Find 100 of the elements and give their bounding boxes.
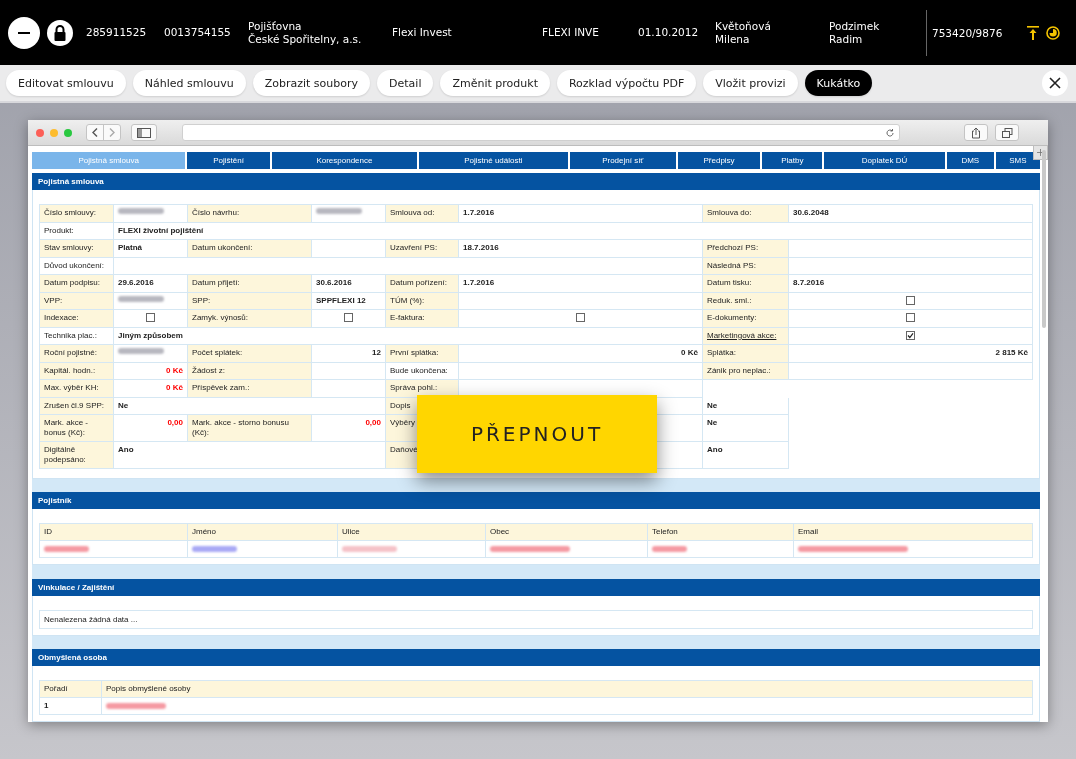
page-tab[interactable]: Pojištění (187, 152, 270, 169)
page-tab[interactable]: DMS (946, 152, 994, 169)
field-label: Mark. akce - storno bonusu (Kč): (188, 415, 312, 442)
page-tab[interactable]: Pojistné události (419, 152, 568, 169)
field-label: Datum tisku: (703, 275, 789, 293)
table-cell: 1 (44, 701, 49, 710)
column-header: Telefon (648, 524, 794, 542)
field-value: SPPFLEXI 12 (316, 295, 366, 306)
share-icon[interactable] (971, 126, 981, 139)
field-value: 2 815 Kč (995, 348, 1028, 358)
switch-button[interactable]: PŘEPNOUT (470, 422, 604, 446)
field-value: 1.7.2016 (463, 208, 495, 218)
field-label: Datum ukončení: (188, 240, 312, 258)
page-tab[interactable]: Prodejní síť (569, 152, 676, 169)
field-value: Ano (118, 445, 134, 455)
column-header: Popis obmyšlené osoby (102, 681, 1033, 698)
field-label: Číslo návrhu: (188, 205, 312, 223)
field-value: Jiným způsobem (118, 330, 183, 341)
field-value: Ne (707, 418, 718, 428)
field-value: Platná (118, 243, 142, 253)
field-label: Datum podpisu: (40, 275, 114, 293)
field-label: Indexace: (40, 310, 114, 328)
action-button[interactable]: Změnit produkt (440, 70, 550, 96)
page-tab[interactable]: Předpisy (677, 152, 761, 169)
reload-icon[interactable] (885, 127, 895, 138)
field-label: Správa pohl.: (386, 380, 459, 398)
field-label: Max. výběr KH: (40, 380, 114, 398)
action-button[interactable]: Kukátko (804, 70, 873, 96)
minus-button[interactable] (8, 16, 40, 49)
field-value: 12 (372, 348, 381, 358)
clock-icon[interactable] (1046, 25, 1060, 40)
field-label: Předchozí PS: (703, 240, 789, 258)
field-label: E-dokumenty: (703, 310, 789, 328)
page-tab[interactable]: Korespondence (271, 152, 418, 169)
page-tab[interactable]: SMS (995, 152, 1040, 169)
column-header: ID (40, 524, 188, 542)
field-value: 0 Kč (166, 365, 183, 376)
header-info: Pojišťovna České Spořitelny, a.s. (248, 20, 363, 45)
action-button[interactable]: Náhled smlouvu (132, 70, 246, 96)
section-header: Pojistník (32, 492, 1040, 510)
address-field[interactable] (182, 124, 900, 141)
action-button[interactable]: Vložit provizi (703, 70, 798, 96)
field-label: Datum přijetí: (188, 275, 312, 293)
field-label: Smlouva do: (703, 205, 789, 223)
checkbox[interactable] (146, 313, 155, 322)
header-info: 285911525 (86, 26, 148, 39)
field-label: Příspěvek zam.: (188, 380, 312, 398)
field-label: Mark. akce - bonus (Kč): (40, 415, 114, 442)
field-value: 0,00 (167, 418, 183, 428)
header-info: Podzimek Radim (829, 20, 881, 45)
header-info: Květoňová Milena (715, 20, 772, 45)
checkbox[interactable] (344, 313, 353, 322)
checkbox[interactable] (906, 313, 915, 322)
column-header: Obec (486, 524, 648, 542)
lock-icon[interactable] (47, 19, 73, 46)
page-tab[interactable]: Doplatek DÚ (824, 152, 945, 169)
field-value: FLEXI životní pojištění (118, 225, 204, 236)
header-info: FLEXI INVE (542, 26, 600, 39)
field-label: Bude ukončena: (390, 365, 448, 376)
field-label: Splátka: (703, 345, 789, 363)
checkbox[interactable] (906, 330, 915, 340)
column-header: Jméno (188, 524, 338, 542)
action-button[interactable]: Zobrazit soubory (252, 70, 371, 96)
sidebar-icon[interactable] (137, 127, 151, 138)
column-header: Ulice (338, 524, 486, 542)
field-value: Ano (707, 445, 723, 455)
checkbox[interactable] (576, 313, 585, 322)
field-value: Ne (707, 400, 718, 411)
empty-message: Nenalezena žádná data ... (44, 614, 138, 624)
field-value: 0,00 (365, 418, 381, 428)
header-info: 01.10.2012 (638, 26, 700, 39)
field-label: Zamyk. výnosů: (188, 310, 312, 328)
field-label: Číslo smlouvy: (40, 205, 114, 223)
field-label: Smlouva od: (386, 205, 459, 223)
field-label: Uzavření PS: (386, 240, 459, 258)
field-value: 1.7.2016 (463, 278, 495, 288)
header-info: 753420/9876 (932, 26, 1003, 39)
field-value: 0 Kč (681, 348, 698, 358)
field-label: Digitálně podepsáno: (40, 442, 114, 469)
field-label: Stav smlouvy: (40, 240, 114, 258)
field-label: Počet splátek: (188, 345, 312, 363)
field-value: 30.6.2048 (793, 208, 829, 218)
action-button[interactable]: Rozklad výpočtu PDF (556, 70, 697, 96)
close-icon[interactable] (1042, 70, 1068, 96)
page-tab[interactable]: Platby (762, 152, 823, 169)
field-value: Ne (118, 400, 129, 411)
action-button[interactable]: Editovat smlouvu (6, 70, 126, 96)
column-header: Pořadí (40, 681, 102, 698)
field-value: 18.7.2016 (463, 243, 499, 253)
header-info: 0013754155 (164, 26, 232, 39)
field-label: Technika plac.: (44, 330, 97, 341)
action-button[interactable]: Detail (377, 70, 434, 96)
tabs-icon[interactable] (1001, 127, 1013, 138)
field-value: 30.6.2016 (316, 278, 352, 288)
field-label: První splátka: (386, 345, 459, 363)
upload-icon[interactable] (1027, 25, 1039, 40)
column-header: Email (794, 524, 1033, 542)
checkbox[interactable] (906, 295, 915, 305)
header-info: Flexi Invest (392, 26, 453, 39)
field-label: Datum pořízení: (386, 275, 459, 293)
